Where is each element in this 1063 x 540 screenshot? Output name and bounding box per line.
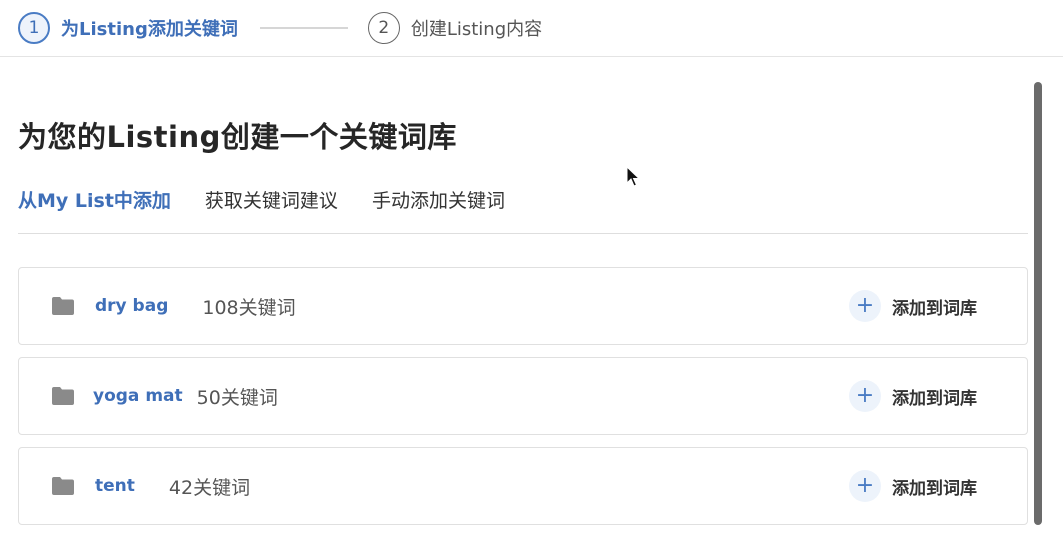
- main-content: 为您的Listing创建一个关键词库 从My List中添加 获取关键词建议 手…: [18, 57, 1028, 537]
- list-item: tent 42关键词 + 添加到词库: [18, 447, 1028, 525]
- add-to-library-button[interactable]: + 添加到词库: [849, 470, 977, 502]
- keyword-lists: dry bag 108关键词 + 添加到词库 yoga mat 50关键词 + …: [18, 267, 1028, 525]
- plus-icon: +: [849, 290, 881, 322]
- step-connector: [259, 27, 348, 29]
- list-keyword-count: 50关键词: [196, 386, 278, 409]
- add-to-library-button[interactable]: + 添加到词库: [849, 290, 977, 322]
- step-2-label: 创建Listing内容: [410, 19, 543, 40]
- step-1[interactable]: 1 为Listing添加关键词: [18, 12, 238, 44]
- step-2[interactable]: 2 创建Listing内容: [367, 12, 543, 44]
- plus-icon: +: [849, 470, 881, 502]
- plus-icon: +: [849, 380, 881, 412]
- step-2-number: 2: [367, 12, 400, 44]
- add-to-library-label: 添加到词库: [892, 298, 977, 319]
- vertical-scrollbar[interactable]: [1034, 82, 1042, 525]
- list-name[interactable]: tent: [95, 476, 135, 496]
- mouse-cursor-icon: [626, 165, 641, 192]
- step-1-label: 为Listing添加关键词: [61, 19, 238, 40]
- add-to-library-label: 添加到词库: [892, 388, 977, 409]
- list-item: yoga mat 50关键词 + 添加到词库: [18, 357, 1028, 435]
- tab-keyword-suggestions[interactable]: 获取关键词建议: [205, 186, 338, 233]
- step-1-number: 1: [18, 12, 50, 44]
- stepper: 1 为Listing添加关键词 2 创建Listing内容: [0, 0, 1063, 57]
- add-to-library-label: 添加到词库: [892, 478, 977, 499]
- tab-bar: 从My List中添加 获取关键词建议 手动添加关键词: [18, 186, 1028, 234]
- folder-icon: [51, 476, 75, 496]
- list-keyword-count: 108关键词: [202, 296, 296, 319]
- list-name[interactable]: dry bag: [95, 296, 168, 316]
- list-keyword-count: 42关键词: [168, 476, 251, 499]
- page-title: 为您的Listing创建一个关键词库: [18, 120, 457, 154]
- add-to-library-button[interactable]: + 添加到词库: [849, 380, 977, 412]
- list-name[interactable]: yoga mat: [93, 386, 183, 406]
- folder-icon: [51, 386, 75, 406]
- folder-icon: [51, 296, 75, 316]
- tab-from-my-list[interactable]: 从My List中添加: [18, 186, 171, 233]
- list-item: dry bag 108关键词 + 添加到词库: [18, 267, 1028, 345]
- tab-manual-add[interactable]: 手动添加关键词: [372, 186, 505, 233]
